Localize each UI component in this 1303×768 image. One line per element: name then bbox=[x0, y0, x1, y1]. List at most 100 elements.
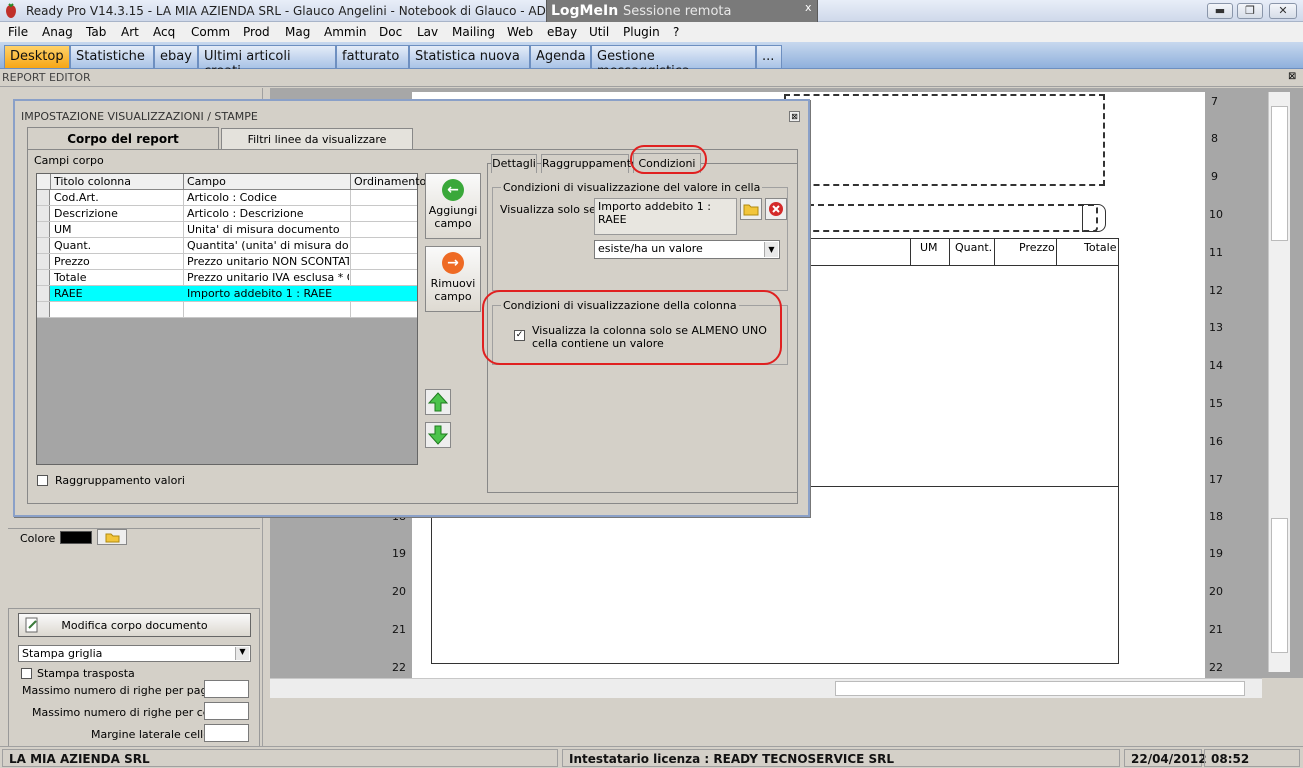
tab-fatturato[interactable]: fatturato bbox=[336, 45, 409, 68]
table-row[interactable] bbox=[37, 302, 417, 318]
menu-acq[interactable]: Acq bbox=[153, 25, 175, 39]
tab-statistiche[interactable]: Statistiche bbox=[70, 45, 154, 68]
status-date: 22/04/2012 bbox=[1124, 749, 1207, 767]
dialog-close-icon[interactable]: ⊠ bbox=[789, 111, 800, 122]
tab-corpo-report[interactable]: Corpo del report bbox=[27, 127, 219, 150]
col-titolo-colonna[interactable]: Titolo colonna bbox=[54, 175, 131, 188]
menu-comm[interactable]: Comm bbox=[191, 25, 230, 39]
header-region[interactable] bbox=[784, 94, 1105, 186]
vertical-scrollbar[interactable] bbox=[1268, 92, 1290, 672]
stampa-trasposta-checkbox[interactable] bbox=[21, 668, 32, 679]
table-row[interactable]: Prezzo Prezzo unitario NON SCONTAT... bbox=[37, 254, 417, 270]
vscroll-track bbox=[1271, 518, 1288, 653]
ruler-tick: 22 bbox=[1209, 661, 1223, 674]
menu-anag[interactable]: Anag bbox=[42, 25, 73, 39]
rimuovi-campo-button[interactable]: → Rimuovi campo bbox=[425, 246, 481, 312]
table-row[interactable]: UM Unita' di misura documento bbox=[37, 222, 417, 238]
logmein-banner: LogMeIn Sessione remota x bbox=[546, 0, 818, 24]
menu-prod[interactable]: Prod bbox=[243, 25, 270, 39]
status-license: Intestatario licenza : READY TECNOSERVIC… bbox=[562, 749, 1120, 767]
operatore-select[interactable]: esiste/ha un valore ▼ bbox=[594, 240, 780, 259]
tab-desktop[interactable]: Desktop bbox=[4, 45, 70, 68]
tab-gestione-messaggistica[interactable]: Gestione messaggistica bbox=[591, 45, 756, 79]
folder-icon bbox=[743, 204, 759, 216]
ruler-tick: 18 bbox=[1209, 510, 1223, 523]
margine-laterale-input[interactable] bbox=[204, 724, 249, 742]
logmein-close-icon[interactable]: x bbox=[805, 1, 812, 14]
color-swatch[interactable] bbox=[60, 531, 92, 544]
menu-art[interactable]: Art bbox=[121, 25, 139, 39]
ruler-tick: 17 bbox=[1209, 473, 1223, 486]
grid-header-row: Titolo colonna Campo Ordinamento bbox=[37, 174, 426, 190]
move-down-button[interactable] bbox=[425, 422, 451, 448]
horizontal-scrollbar[interactable] bbox=[270, 678, 1262, 698]
menu-ebay[interactable]: eBay bbox=[547, 25, 577, 39]
menu-util[interactable]: Util bbox=[589, 25, 609, 39]
body-band-region[interactable] bbox=[784, 204, 1098, 232]
header-um: UM bbox=[920, 241, 938, 254]
table-row-selected[interactable]: RAEE Importo addebito 1 : RAEE bbox=[37, 286, 417, 302]
ruler-tick: 13 bbox=[1209, 321, 1223, 334]
maximize-button[interactable]: ❐ bbox=[1237, 3, 1263, 19]
col-ordinamento[interactable]: Ordinamento bbox=[354, 175, 426, 188]
browse-campo-button[interactable] bbox=[740, 198, 762, 220]
window-title: Ready Pro V14.3.15 - LA MIA AZIENDA SRL … bbox=[26, 4, 594, 18]
right-ruler: 7 8 9 10 11 12 13 14 15 16 17 18 19 20 2… bbox=[1205, 92, 1230, 678]
tab-ebay[interactable]: ebay bbox=[154, 45, 198, 68]
ruler-tick: 20 bbox=[392, 585, 406, 598]
modifica-corpo-button[interactable]: Modifica corpo documento bbox=[18, 613, 251, 637]
ruler-tick: 14 bbox=[1209, 359, 1223, 372]
menu-file[interactable]: File bbox=[8, 25, 28, 39]
campi-corpo-label: Campi corpo bbox=[34, 154, 104, 167]
table-row[interactable]: Quant. Quantita' (unita' di misura docum… bbox=[37, 238, 417, 254]
table-row[interactable]: Descrizione Articolo : Descrizione bbox=[37, 206, 417, 222]
raggruppamento-valori-checkbox[interactable] bbox=[37, 475, 48, 486]
menu-help[interactable]: ? bbox=[673, 25, 679, 39]
max-righe-pagina-input[interactable] bbox=[204, 680, 249, 698]
stampa-griglia-select[interactable]: Stampa griglia ▼ bbox=[18, 645, 251, 662]
tab-filtri-linee[interactable]: Filtri linee da visualizzare bbox=[221, 128, 413, 150]
campi-corpo-grid[interactable]: Titolo colonna Campo Ordinamento Cod.Art… bbox=[36, 173, 426, 465]
ruler-tick: 8 bbox=[1211, 132, 1218, 145]
hscroll-thumb[interactable] bbox=[835, 681, 1245, 696]
ruler-tick: 12 bbox=[1209, 284, 1223, 297]
move-up-button[interactable] bbox=[425, 389, 451, 415]
menu-plugin[interactable]: Plugin bbox=[623, 25, 660, 39]
margine-laterale-label: Margine laterale celle : bbox=[91, 728, 218, 741]
max-righe-cella-input[interactable] bbox=[204, 702, 249, 720]
col-campo[interactable]: Campo bbox=[187, 175, 226, 188]
desktop-tab-bar: Desktop Statistiche ebay Ultimi articoli… bbox=[0, 42, 1303, 79]
menu-web[interactable]: Web bbox=[507, 25, 533, 39]
tab-more[interactable]: ... bbox=[756, 45, 782, 68]
tab-statistica-nuova[interactable]: Statistica nuova bbox=[409, 45, 530, 68]
chevron-down-icon: ▼ bbox=[235, 647, 249, 660]
clear-campo-button[interactable] bbox=[765, 198, 787, 220]
tab-agenda[interactable]: Agenda bbox=[530, 45, 591, 68]
minimize-button[interactable]: ▬ bbox=[1207, 3, 1233, 19]
table-row[interactable]: Totale Prezzo unitario IVA esclusa * Qu.… bbox=[37, 270, 417, 286]
color-picker-button[interactable] bbox=[97, 529, 127, 545]
menu-mailing[interactable]: Mailing bbox=[452, 25, 495, 39]
subtab-raggruppamento[interactable]: Raggruppamento bbox=[541, 154, 638, 173]
report-close-icon[interactable]: ⊠ bbox=[1288, 71, 1296, 82]
menu-doc[interactable]: Doc bbox=[379, 25, 402, 39]
vscroll-thumb[interactable] bbox=[1271, 106, 1288, 241]
dialog-title: IMPOSTAZIONE VISUALIZZAZIONI / STAMPE bbox=[21, 110, 258, 123]
menu-lav[interactable]: Lav bbox=[417, 25, 438, 39]
menu-mag[interactable]: Mag bbox=[285, 25, 310, 39]
ruler-tick: 21 bbox=[1209, 623, 1223, 636]
arrow-right-icon: → bbox=[442, 252, 464, 274]
menu-ammin[interactable]: Ammin bbox=[324, 25, 367, 39]
close-button[interactable]: ✕ bbox=[1269, 3, 1297, 19]
ruler-tick: 19 bbox=[1209, 547, 1223, 560]
subtab-dettagli[interactable]: Dettagli bbox=[491, 154, 537, 173]
header-totale: Totale bbox=[1084, 241, 1117, 254]
aggiungi-campo-button[interactable]: ← Aggiungi campo bbox=[425, 173, 481, 239]
campo-condizione-field[interactable]: Importo addebito 1 : RAEE bbox=[594, 198, 737, 235]
max-righe-cella-label: Massimo numero di righe per cella : bbox=[32, 706, 230, 719]
menu-tab[interactable]: Tab bbox=[86, 25, 106, 39]
tab-ultimi-articoli[interactable]: Ultimi articoli creati bbox=[198, 45, 336, 79]
table-row[interactable]: Cod.Art. Articolo : Codice bbox=[37, 190, 417, 206]
arrow-up-icon bbox=[427, 392, 449, 412]
status-company: LA MIA AZIENDA SRL bbox=[2, 749, 558, 767]
